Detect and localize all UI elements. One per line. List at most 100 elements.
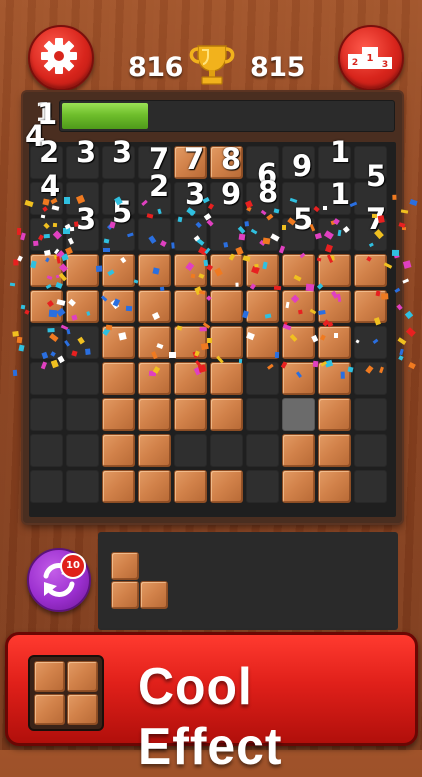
empty-cell[interactable]: [246, 218, 279, 251]
empty-cell[interactable]: [66, 362, 99, 395]
piece-tray[interactable]: [98, 532, 398, 630]
empty-cell[interactable]: [210, 434, 243, 467]
wood-block[interactable]: [174, 326, 207, 359]
empty-cell[interactable]: [66, 146, 99, 179]
empty-cell[interactable]: [174, 182, 207, 215]
wood-block[interactable]: [138, 470, 171, 503]
wood-block[interactable]: [282, 254, 315, 287]
empty-cell[interactable]: [246, 470, 279, 503]
empty-cell[interactable]: [66, 398, 99, 431]
empty-cell[interactable]: [354, 182, 387, 215]
wood-block[interactable]: [102, 434, 135, 467]
wood-block[interactable]: [354, 254, 387, 287]
wood-block[interactable]: [138, 398, 171, 431]
empty-cell[interactable]: [282, 146, 315, 179]
empty-cell[interactable]: [66, 470, 99, 503]
wood-block[interactable]: [138, 362, 171, 395]
wood-block[interactable]: [210, 290, 243, 323]
empty-cell[interactable]: [318, 218, 351, 251]
empty-cell[interactable]: [246, 434, 279, 467]
wood-block[interactable]: [102, 254, 135, 287]
empty-cell[interactable]: [30, 326, 63, 359]
wood-block[interactable]: [210, 326, 243, 359]
wood-block[interactable]: [174, 290, 207, 323]
wood-block[interactable]: [138, 434, 171, 467]
empty-cell[interactable]: [66, 434, 99, 467]
wood-block[interactable]: [246, 254, 279, 287]
empty-cell[interactable]: [30, 398, 63, 431]
wood-block[interactable]: [282, 470, 315, 503]
wood-block[interactable]: [318, 326, 351, 359]
settings-button[interactable]: [28, 25, 94, 91]
leaderboard-button[interactable]: 1 2 3: [338, 25, 404, 91]
wood-block[interactable]: [210, 362, 243, 395]
empty-cell[interactable]: [30, 362, 63, 395]
wood-block[interactable]: [246, 326, 279, 359]
wood-block[interactable]: [30, 290, 63, 323]
wood-block[interactable]: [282, 362, 315, 395]
empty-cell[interactable]: [210, 182, 243, 215]
empty-cell[interactable]: [282, 218, 315, 251]
empty-cell[interactable]: [354, 434, 387, 467]
wood-block[interactable]: [138, 290, 171, 323]
wood-block[interactable]: [102, 326, 135, 359]
wood-block[interactable]: [102, 398, 135, 431]
wood-block[interactable]: [102, 362, 135, 395]
wood-block[interactable]: [174, 470, 207, 503]
empty-cell[interactable]: [246, 398, 279, 431]
wood-block[interactable]: [318, 290, 351, 323]
empty-cell[interactable]: [30, 218, 63, 251]
empty-cell[interactable]: [138, 182, 171, 215]
empty-cell[interactable]: [102, 218, 135, 251]
block-grid[interactable]: [29, 142, 396, 517]
empty-cell[interactable]: [318, 146, 351, 179]
empty-cell[interactable]: [66, 326, 99, 359]
empty-cell[interactable]: [210, 218, 243, 251]
tray-piece-l[interactable]: [111, 552, 171, 612]
empty-cell[interactable]: [66, 218, 99, 251]
wood-block[interactable]: [174, 362, 207, 395]
hint-cell[interactable]: [282, 398, 315, 431]
wood-block[interactable]: [210, 254, 243, 287]
wood-block[interactable]: [282, 434, 315, 467]
empty-cell[interactable]: [354, 218, 387, 251]
empty-cell[interactable]: [354, 362, 387, 395]
empty-cell[interactable]: [246, 146, 279, 179]
empty-cell[interactable]: [354, 398, 387, 431]
empty-cell[interactable]: [102, 182, 135, 215]
empty-cell[interactable]: [354, 326, 387, 359]
wood-block[interactable]: [30, 254, 63, 287]
wood-block[interactable]: [174, 254, 207, 287]
wood-block[interactable]: [210, 398, 243, 431]
empty-cell[interactable]: [30, 470, 63, 503]
wood-block[interactable]: [282, 290, 315, 323]
empty-cell[interactable]: [30, 434, 63, 467]
empty-cell[interactable]: [30, 182, 63, 215]
wood-block[interactable]: [138, 326, 171, 359]
wood-block[interactable]: [210, 470, 243, 503]
empty-cell[interactable]: [66, 182, 99, 215]
wood-block[interactable]: [174, 146, 207, 179]
wood-block[interactable]: [246, 290, 279, 323]
wood-block[interactable]: [318, 362, 351, 395]
wood-block[interactable]: [318, 254, 351, 287]
empty-cell[interactable]: [318, 182, 351, 215]
empty-cell[interactable]: [246, 182, 279, 215]
wood-block[interactable]: [354, 290, 387, 323]
empty-cell[interactable]: [354, 146, 387, 179]
wood-block[interactable]: [282, 326, 315, 359]
wood-block[interactable]: [318, 470, 351, 503]
empty-cell[interactable]: [174, 218, 207, 251]
wood-block[interactable]: [66, 254, 99, 287]
empty-cell[interactable]: [282, 182, 315, 215]
wood-block[interactable]: [318, 398, 351, 431]
empty-cell[interactable]: [138, 218, 171, 251]
empty-cell[interactable]: [174, 434, 207, 467]
wood-block[interactable]: [102, 470, 135, 503]
empty-cell[interactable]: [246, 362, 279, 395]
empty-cell[interactable]: [138, 146, 171, 179]
wood-block[interactable]: [174, 398, 207, 431]
empty-cell[interactable]: [354, 470, 387, 503]
wood-block[interactable]: [102, 290, 135, 323]
wood-block[interactable]: [210, 146, 243, 179]
